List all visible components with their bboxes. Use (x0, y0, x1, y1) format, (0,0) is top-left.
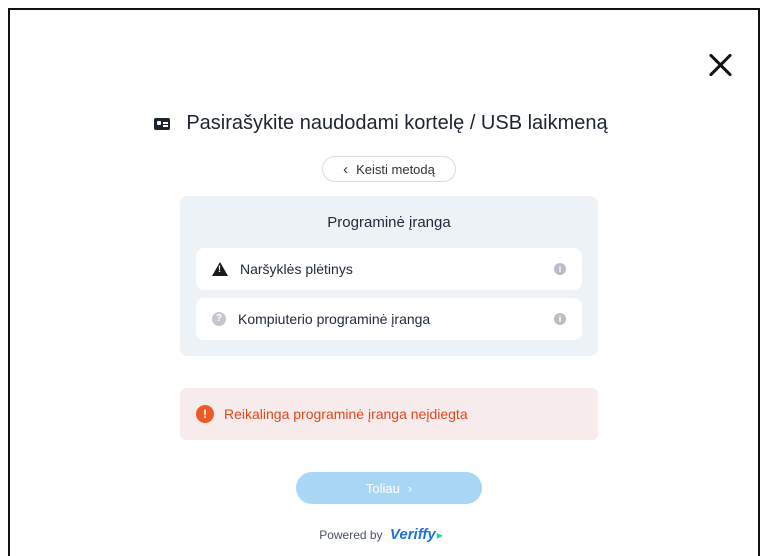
next-label: Toliau (365, 480, 400, 496)
software-title: Programinė įranga (327, 214, 451, 231)
chevron-left-icon: ‹ (343, 160, 349, 178)
alert-text: Reikalinga programinė įranga neįdiegta (224, 406, 468, 422)
question-icon: ? (212, 312, 226, 326)
powered-by: Powered by Veriffy▸ (0, 526, 762, 543)
page-title: Pasirašykite naudodami kortelę / USB lai… (186, 112, 608, 134)
info-icon[interactable]: i (554, 263, 566, 275)
error-alert: ! Reikalinga programinė įranga neįdiegta (180, 388, 598, 440)
list-item-label: Kompiuterio programinė įranga (238, 311, 431, 327)
brand-logo: Veriffy (389, 526, 436, 543)
list-item-label: Naršyklės plėtinys (240, 261, 353, 277)
powered-by-text: Powered by (319, 528, 383, 542)
card-icon (154, 117, 171, 130)
alert-icon: ! (196, 405, 214, 423)
list-item-computer-software[interactable]: ? Kompiuterio programinė įranga i (196, 298, 582, 340)
close-icon[interactable] (708, 52, 734, 78)
page-title-row: Pasirašykite naudodami kortelę / USB lai… (0, 112, 762, 135)
software-panel: Programinė įranga Naršyklės plėtinys i ?… (180, 196, 598, 356)
chevron-right-icon: › (407, 480, 413, 496)
brand-dot-icon: ▸ (436, 528, 443, 542)
list-item-browser-extension[interactable]: Naršyklės plėtinys i (196, 248, 582, 290)
change-method-button[interactable]: ‹ Keisti metodą (322, 156, 456, 182)
change-method-label: Keisti metodą (356, 161, 435, 177)
next-button[interactable]: Toliau › (296, 472, 482, 504)
info-icon[interactable]: i (554, 313, 566, 325)
warning-icon (212, 262, 228, 276)
